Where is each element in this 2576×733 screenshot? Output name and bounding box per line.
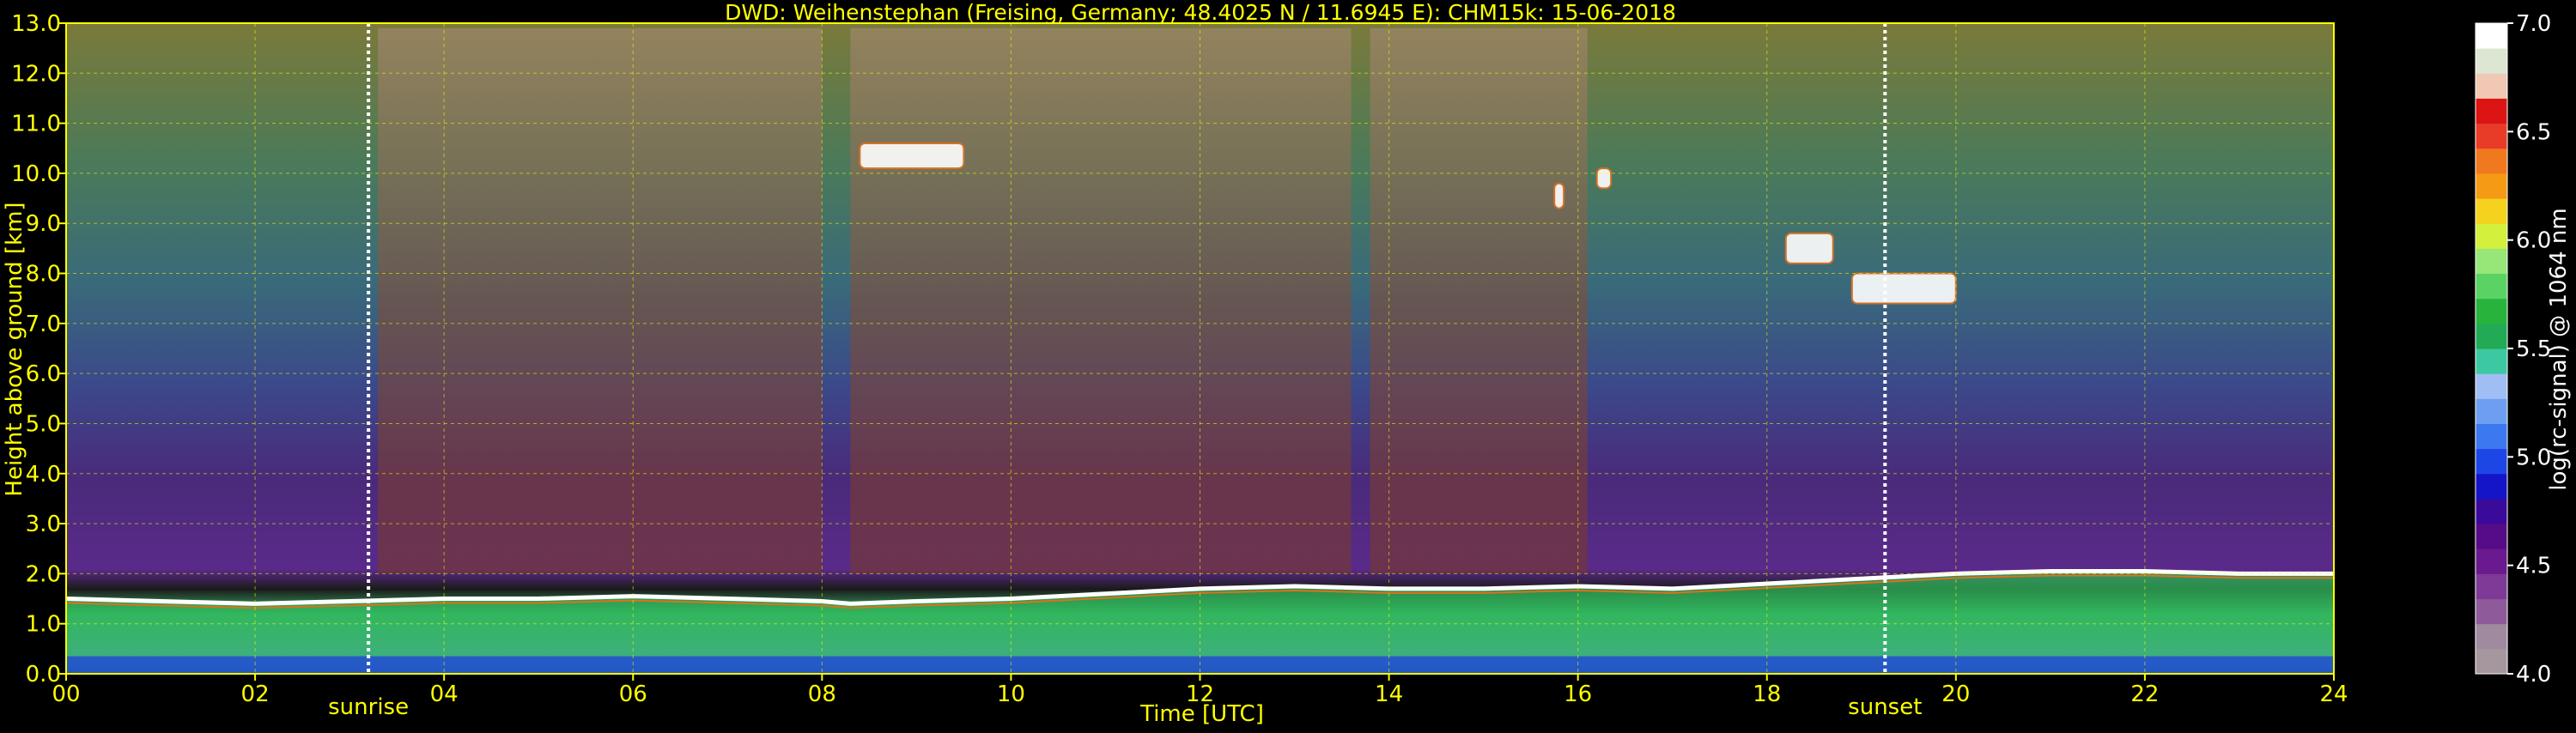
colorbar-segment [2476, 198, 2507, 224]
y-tick-label: 11.0 [11, 112, 61, 137]
chart-stage: sunrise sunset 00 02 04 06 08 10 12 14 16 18 20 22 24… [0, 0, 2576, 730]
colorbar-segment [2476, 448, 2507, 475]
annotation-sunset: sunset [1848, 694, 1922, 720]
y-tick-label: 13.0 [11, 11, 61, 37]
x-tick-label: 22 [2130, 682, 2159, 707]
colorbar-segment [2476, 648, 2507, 675]
colorbar-segment [2476, 524, 2507, 549]
colorbar-segment [2476, 398, 2507, 424]
colorbar-segment [2476, 248, 2507, 275]
x-tick-label: 14 [1375, 682, 1403, 707]
colorbar-segment [2476, 323, 2507, 349]
x-tick-label: 20 [1941, 682, 1970, 707]
y-tick-label: 4.0 [26, 462, 61, 488]
colorbar-segment [2476, 598, 2507, 625]
colorbar-segment [2476, 223, 2507, 249]
x-tick-label: 08 [808, 682, 836, 707]
colorbar-segment [2476, 298, 2507, 324]
y-tick-label: 5.0 [26, 411, 61, 437]
daytime-band [378, 27, 596, 574]
y-tick-label: 0.0 [26, 662, 61, 688]
colorbar-tick-label: 4.0 [2516, 662, 2551, 688]
daytime-band [1370, 27, 1588, 574]
colorbar-segment [2476, 273, 2507, 300]
cloud-patch [859, 142, 965, 170]
x-tick-label: 06 [619, 682, 647, 707]
colorbar-segment [2476, 73, 2507, 99]
cloud-patch [1784, 232, 1834, 264]
colorbar-segment [2476, 548, 2507, 574]
colorbar-segment [2476, 148, 2507, 174]
colorbar-segment [2476, 48, 2507, 74]
colorbar-tick-label: 6.5 [2516, 119, 2551, 145]
colorbar-segment [2476, 473, 2507, 500]
x-tick-label: 02 [241, 682, 270, 707]
x-tick-label: 16 [1564, 682, 1592, 707]
chart-title: DWD: Weihenstephan (Freising, Germany; 4… [725, 0, 1676, 25]
y-tick-label: 7.0 [26, 312, 61, 337]
x-axis-label: Time [UTC] [1139, 701, 1264, 727]
x-tick-label: 10 [997, 682, 1025, 707]
daytime-band [595, 27, 823, 574]
y-tick-label: 12.0 [11, 61, 61, 87]
colorbar-segment [2476, 23, 2507, 49]
colorbar-segment [2476, 348, 2507, 374]
colorbar-segment [2476, 173, 2507, 199]
x-tick-label: 24 [2319, 682, 2348, 707]
x-tick-label: 04 [430, 682, 459, 707]
daytime-band [850, 27, 1352, 574]
colorbar-tick-label: 4.5 [2516, 554, 2551, 579]
cloud-patch [1553, 182, 1565, 209]
y-tick-label: 2.0 [26, 561, 61, 587]
y-tick-label: 1.0 [26, 612, 61, 638]
y-axis-label: Height above ground [km] [2, 202, 27, 496]
y-tick-label: 10.0 [11, 161, 61, 187]
colorbar-label: log(rc-signal) @ 1064 nm [2546, 208, 2572, 490]
ceilometer-chart: sunrise sunset 00 02 04 06 08 10 12 14 16 18 20 22 24… [0, 0, 2576, 730]
y-tick-label: 8.0 [26, 262, 61, 288]
colorbar-tick-label: 7.0 [2516, 11, 2551, 37]
colorbar-segment [2476, 373, 2507, 399]
colorbar-segment [2476, 623, 2507, 650]
colorbar-segment [2476, 573, 2507, 600]
cloud-patch [1850, 272, 1957, 305]
y-tick-label: 9.0 [26, 211, 61, 237]
colorbar-segment [2476, 98, 2507, 124]
colorbar-segment [2476, 123, 2507, 149]
y-tick-label: 3.0 [26, 512, 61, 537]
x-tick-label: 18 [1753, 682, 1781, 707]
colorbar-segment [2476, 498, 2507, 524]
colorbar-segment [2476, 423, 2507, 450]
cloud-patch [1595, 167, 1613, 190]
y-tick-label: 6.0 [26, 361, 61, 387]
annotation-sunrise: sunrise [328, 694, 409, 720]
